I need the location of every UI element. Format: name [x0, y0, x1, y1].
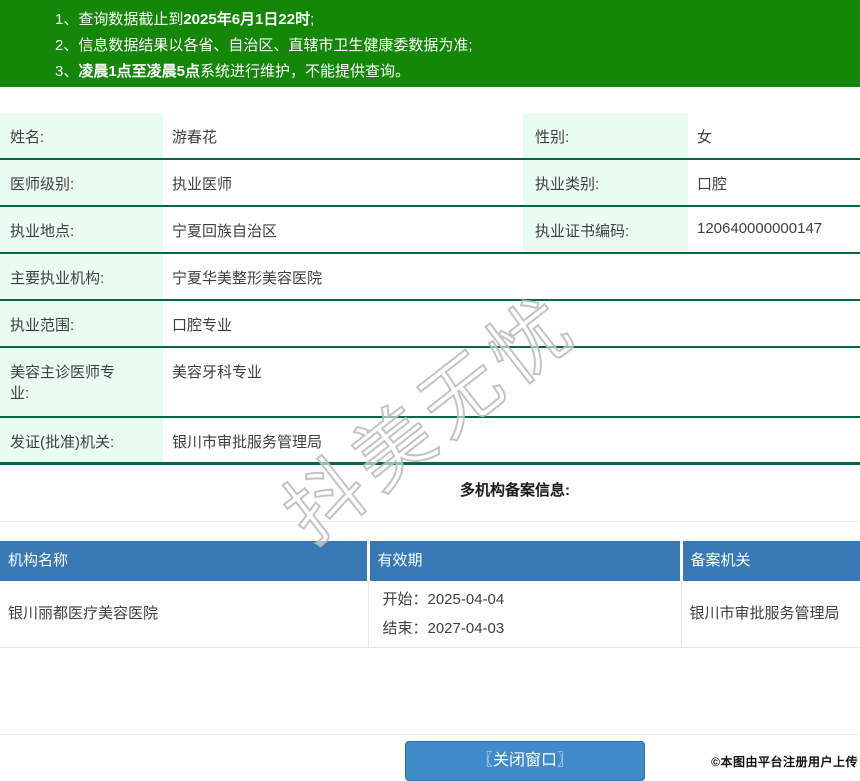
info-row-main-institution: 主要执业机构: 宁夏华美整形美容医院 [0, 254, 860, 301]
value-gender: 女 [697, 129, 713, 146]
notice-text: 2、信息数据结果以各省、自治区、直辖市卫生健康委数据为准; [55, 37, 473, 54]
value-practice-category: 口腔 [697, 176, 728, 193]
notice-bold-text: 凌晨1点至凌晨5点 [78, 63, 201, 80]
value-issuing-authority: 银川市审批服务管理局 [172, 434, 323, 451]
label-practice-category: 执业类别: [523, 160, 688, 205]
notice-bold-text: 2025年6月1日22时 [183, 11, 311, 28]
notice-line-2: 2、信息数据结果以各省、自治区、直辖市卫生健康委数据为准; [55, 33, 850, 59]
label-certificate-number: 执业证书编码: [523, 207, 688, 252]
value-cosmetic-specialty: 美容牙科专业 [172, 364, 263, 381]
info-row-practice-scope: 执业范围: 口腔专业 [0, 301, 860, 348]
divider-line [0, 734, 860, 735]
label-main-institution: 主要执业机构: [0, 254, 163, 299]
validity-start: 开始：2025-04-04 [382, 591, 505, 608]
label-practice-location: 执业地点: [0, 207, 163, 252]
info-row-level-category: 医师级别: 执业医师 执业类别: 口腔 [0, 160, 860, 207]
column-header-validity: 有效期 [366, 541, 681, 581]
label-issuing-authority: 发证(批准)机关: [0, 418, 163, 462]
value-doctor-level: 执业医师 [172, 176, 233, 193]
info-row-cosmetic-specialty: 美容主诊医师专业: 美容牙科专业 [0, 348, 860, 418]
column-header-org-name: 机构名称 [0, 541, 368, 581]
info-row-location-certno: 执业地点: 宁夏回族自治区 执业证书编码: 120640000000147 [0, 207, 860, 254]
column-header-filing-authority: 备案机关 [679, 541, 860, 581]
value-practice-location: 宁夏回族自治区 [172, 223, 278, 240]
practitioner-info-table: 姓名: 游春花 性别: 女 医师级别: 执业医师 执业类别: 口腔 执业地点: … [0, 113, 860, 465]
cell-org-name: 银川丽都医疗美容医院 [0, 581, 368, 648]
notice-text: 3、 [55, 63, 79, 80]
value-certificate-number: 120640000000147 [697, 220, 823, 237]
info-row-name-gender: 姓名: 游春花 性别: 女 [0, 113, 860, 160]
validity-end: 结束：2027-04-03 [382, 620, 505, 637]
notice-text: 系统进行维护，不能提供查询。 [200, 63, 411, 80]
label-doctor-level: 医师级别: [0, 160, 163, 205]
notice-line-3: 3、凌晨1点至凌晨5点系统进行维护，不能提供查询。 [55, 59, 850, 85]
notice-line-1: 1、查询数据截止到2025年6月1日22时; [55, 7, 850, 33]
label-practice-scope: 执业范围: [0, 301, 163, 346]
notice-text: 1、查询数据截止到 [55, 11, 184, 28]
filing-table-row: 银川丽都医疗美容医院 开始：2025-04-04 结束：2027-04-03 银… [0, 581, 860, 648]
close-window-button[interactable]: 〖关闭窗口〗 [405, 741, 645, 781]
divider-line [0, 521, 860, 522]
value-practice-scope: 口腔专业 [172, 317, 233, 334]
cell-filing-authority: 银川市审批服务管理局 [680, 581, 860, 648]
filing-table: 机构名称 有效期 备案机关 银川丽都医疗美容医院 开始：2025-04-04 结… [0, 541, 860, 648]
value-name: 游春花 [172, 129, 218, 146]
notice-banner: 1、查询数据截止到2025年6月1日22时; 2、信息数据结果以各省、自治区、直… [0, 0, 860, 87]
notice-text: ; [310, 11, 315, 28]
label-cosmetic-specialty: 美容主诊医师专业: [0, 348, 163, 416]
filing-section-title: 多机构备案信息: [460, 482, 570, 499]
filing-table-header-row: 机构名称 有效期 备案机关 [0, 541, 860, 581]
value-main-institution: 宁夏华美整形美容医院 [172, 270, 323, 287]
upload-credit-text: ©本图由平台注册用户上传 [711, 755, 858, 769]
label-gender: 性别: [523, 113, 688, 158]
label-name: 姓名: [0, 113, 163, 158]
info-row-issuing-authority: 发证(批准)机关: 银川市审批服务管理局 [0, 418, 860, 465]
cell-validity: 开始：2025-04-04 结束：2027-04-03 [367, 581, 681, 648]
